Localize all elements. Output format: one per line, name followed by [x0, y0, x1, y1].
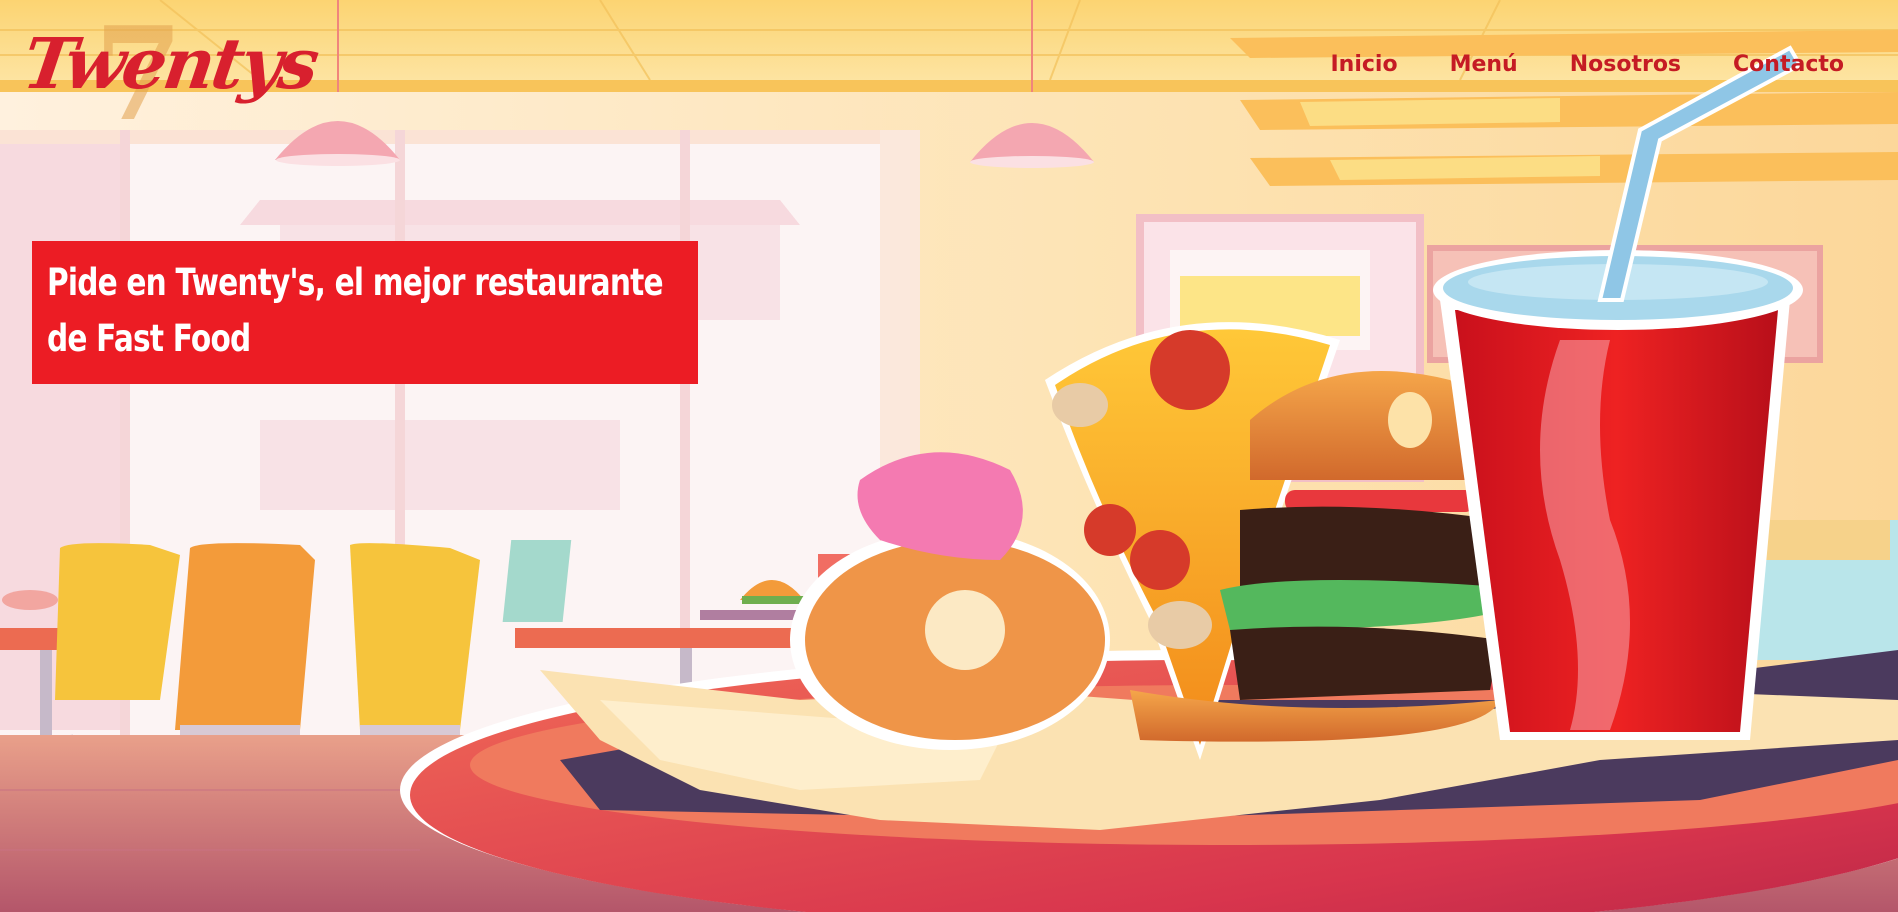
hero-headline: Pide en Twenty's, el mejor restaurante d… — [47, 255, 679, 367]
nav-link-menu[interactable]: Menú — [1450, 52, 1518, 77]
nav-link-contacto[interactable]: Contacto — [1733, 52, 1844, 77]
logo-wordmark: Twentys — [18, 22, 322, 105]
hero-headline-line-1: Pide en Twenty's, el mejor restaurante — [47, 261, 664, 304]
twentys-logo[interactable]: 7 Twentys — [18, 0, 321, 150]
restaurant-background-illustration — [0, 0, 1898, 912]
top-navigation-bar: 7 Twentys Inicio Menú Nosotros Contacto — [0, 0, 1898, 150]
hero-headline-line-2: de Fast Food — [47, 317, 251, 360]
main-menu: Inicio Menú Nosotros Contacto — [1330, 52, 1844, 77]
nav-link-nosotros[interactable]: Nosotros — [1570, 52, 1681, 77]
hero-banner: Pide en Twenty's, el mejor restaurante d… — [32, 241, 698, 384]
nav-link-inicio[interactable]: Inicio — [1330, 52, 1397, 77]
